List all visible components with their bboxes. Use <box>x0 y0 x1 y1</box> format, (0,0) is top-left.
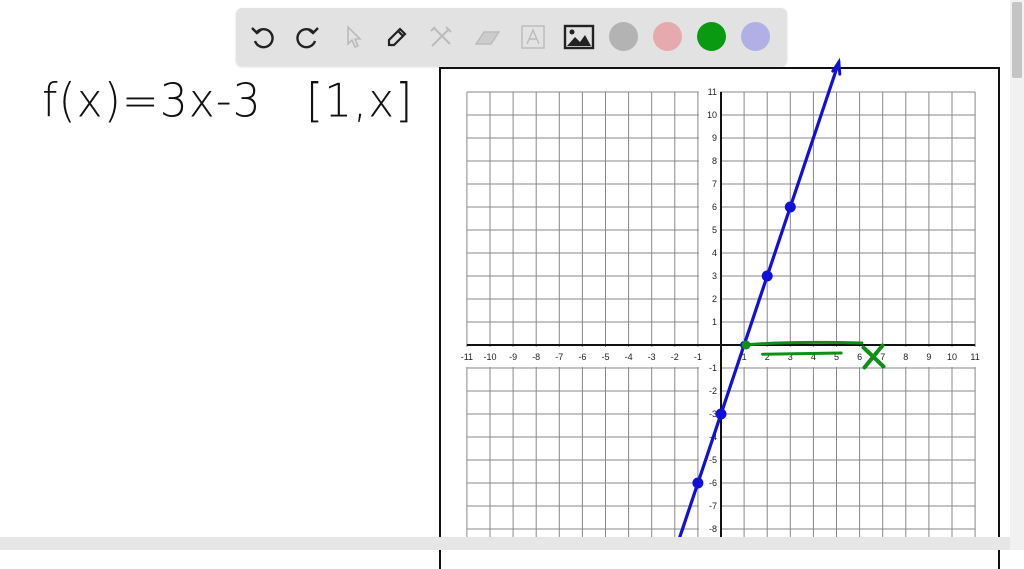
y-tick-label: 3 <box>712 271 717 281</box>
plotted-point <box>784 201 796 213</box>
x-tick-label: -2 <box>671 352 679 362</box>
y-tick-label: -8 <box>709 524 717 534</box>
y-tick-label: -1 <box>709 363 717 373</box>
y-tick-label: 9 <box>712 133 717 143</box>
x-tick-label: -1 <box>694 352 702 362</box>
x-tick-label: -11 <box>461 352 473 362</box>
domain-start-point <box>741 340 751 350</box>
y-tick-label: 1 <box>712 317 717 327</box>
y-tick-label: 2 <box>712 294 717 304</box>
x-tick-label: -4 <box>625 352 633 362</box>
plotted-point <box>692 477 704 489</box>
y-tick-label: 6 <box>712 202 717 212</box>
y-tick-label: 10 <box>707 110 717 120</box>
x-tick-label: 8 <box>903 352 908 362</box>
x-tick-label: 7 <box>880 352 885 362</box>
x-tick-label: 11 <box>970 352 979 362</box>
plotted-point <box>761 270 773 282</box>
vertical-scrollbar[interactable] <box>1010 0 1024 550</box>
plotted-point <box>715 408 727 420</box>
x-tick-label: 6 <box>857 352 862 362</box>
x-tick-label: 9 <box>926 352 931 362</box>
vertical-scroll-thumb[interactable] <box>1012 2 1022 78</box>
y-tick-label: 4 <box>712 248 717 258</box>
horizontal-scrollbar[interactable] <box>0 537 1010 550</box>
y-tick-label: -7 <box>709 501 717 511</box>
x-tick-label: -10 <box>483 352 496 362</box>
y-tick-label: -2 <box>709 386 717 396</box>
x-tick-label: -6 <box>578 352 586 362</box>
x-tick-label: -3 <box>648 352 656 362</box>
x-tick-label: -7 <box>555 352 563 362</box>
x-tick-label: -9 <box>509 352 517 362</box>
y-tick-label: 11 <box>708 87 717 97</box>
y-tick-label: 7 <box>712 179 717 189</box>
x-tick-label: 10 <box>947 352 957 362</box>
y-tick-label: 8 <box>712 156 717 166</box>
x-tick-label: -5 <box>601 352 609 362</box>
domain-underline <box>761 351 843 356</box>
x-tick-label: -8 <box>532 352 540 362</box>
y-tick-label: -5 <box>709 455 717 465</box>
coordinate-graph: -11 -10 -9 -8 -7 -6 -5 -4 -3 -2 -1 1 2 3 4 5 6 7 8 9 10 11111… <box>454 57 988 550</box>
y-tick-label: -6 <box>709 478 717 488</box>
y-tick-label: 5 <box>712 225 717 235</box>
